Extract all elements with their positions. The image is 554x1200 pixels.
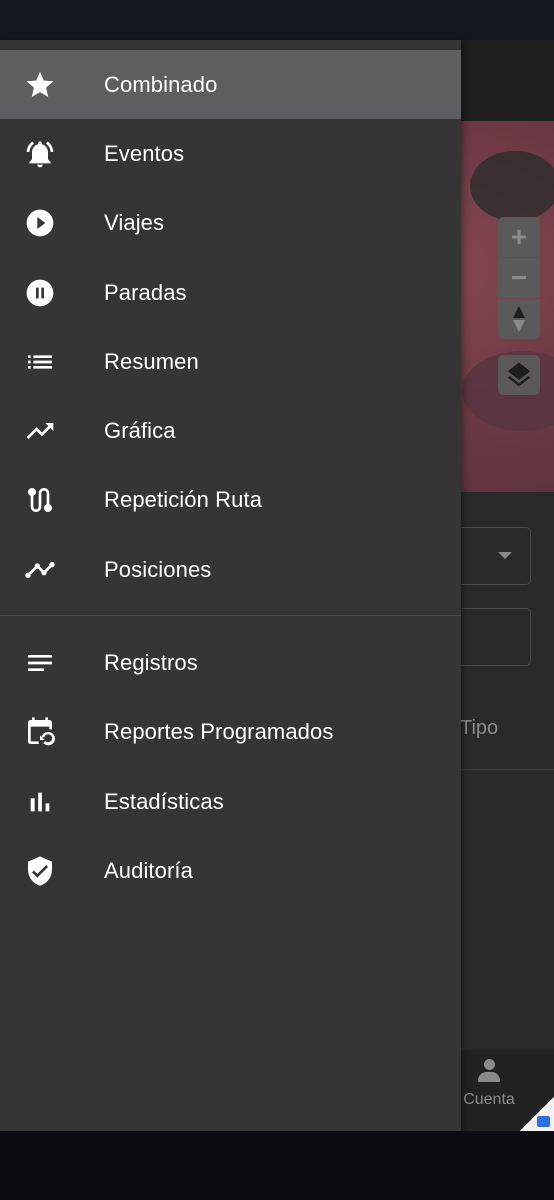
menu-divider — [0, 615, 461, 617]
route-icon — [24, 484, 56, 516]
zoom-out-button[interactable]: − — [498, 258, 540, 298]
status-bar — [0, 0, 554, 40]
menu-item-grafica[interactable]: Gráfica — [0, 396, 461, 465]
menu-item-eventos[interactable]: Eventos — [0, 119, 461, 188]
menu-item-combinado[interactable]: Combinado — [0, 50, 461, 120]
menu-item-reportes-programados[interactable]: Reportes Programados — [0, 698, 461, 767]
menu-item-label: Resumen — [104, 348, 199, 374]
play-circle-icon — [24, 207, 56, 239]
screen: + − ogle i Tipo Cuenta — [0, 0, 554, 1200]
column-header-tipo[interactable]: Tipo — [460, 717, 498, 740]
layers-button[interactable] — [498, 355, 540, 395]
trending-up-icon — [24, 415, 56, 447]
compass-arrow-icon — [513, 306, 525, 332]
timeline-icon — [24, 554, 56, 586]
menu-item-label: Reportes Programados — [104, 719, 334, 745]
menu-item-estadisticas[interactable]: Estadísticas — [0, 767, 461, 836]
menu-item-label: Viajes — [104, 210, 165, 236]
plus-icon: + — [510, 221, 528, 252]
notes-icon — [24, 647, 56, 679]
system-navigation-bar — [0, 1131, 554, 1200]
menu-item-auditoria[interactable]: Auditoría — [0, 836, 461, 905]
bell-ring-icon — [24, 138, 56, 170]
menu-item-paradas[interactable]: Paradas — [0, 258, 461, 327]
pause-circle-icon — [24, 277, 56, 309]
drawer-top-spacer — [0, 40, 461, 50]
menu-item-posiciones[interactable]: Posiciones — [0, 535, 461, 604]
corner-badge — [520, 1097, 554, 1131]
verified-shield-icon — [24, 855, 56, 887]
nav-cuenta[interactable]: Cuenta — [459, 1057, 519, 1109]
person-icon — [476, 1057, 502, 1087]
menu-item-label: Posiciones — [104, 556, 212, 582]
menu-item-label: Auditoría — [104, 857, 193, 883]
briefcase-icon — [537, 1116, 550, 1127]
bar-chart-icon — [24, 786, 56, 818]
dropdown-arrow-icon — [498, 552, 512, 559]
navigation-drawer: Combinado Eventos Viajes Paradas Resumen — [0, 40, 461, 1131]
menu-item-label: Estadísticas — [104, 788, 224, 814]
menu-item-registros[interactable]: Registros — [0, 628, 461, 697]
menu-item-label: Gráfica — [104, 418, 176, 444]
menu-item-label: Repetición Ruta — [104, 487, 263, 513]
menu-item-resumen[interactable]: Resumen — [0, 327, 461, 396]
calendar-repeat-icon — [24, 716, 56, 748]
menu-item-label: Combinado — [104, 71, 218, 97]
zoom-in-button[interactable]: + — [498, 217, 540, 257]
minus-icon: − — [510, 262, 528, 293]
menu-item-repeticion-ruta[interactable]: Repetición Ruta — [0, 466, 461, 535]
menu-item-label: Paradas — [104, 279, 187, 305]
nav-cuenta-label: Cuenta — [463, 1091, 515, 1108]
layers-icon — [507, 362, 531, 387]
menu-item-viajes[interactable]: Viajes — [0, 189, 461, 258]
list-icon — [24, 346, 56, 378]
menu-item-label: Eventos — [104, 140, 185, 166]
star-icon — [24, 69, 56, 101]
map-feature — [470, 151, 554, 221]
menu-item-label: Registros — [104, 650, 198, 676]
compass-button[interactable] — [498, 299, 540, 339]
